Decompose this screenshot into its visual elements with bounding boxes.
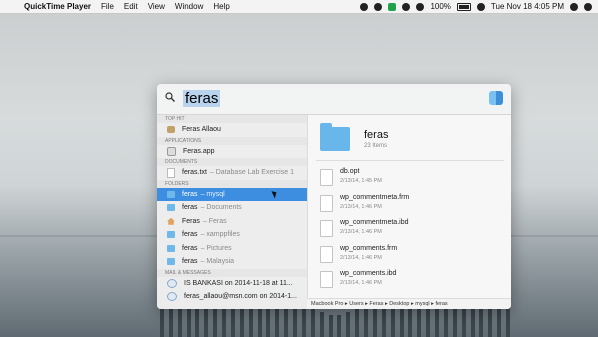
result-top-hit[interactable]: Feras Allaou: [157, 123, 307, 137]
menu-bar: QuickTime Player File Edit View Window H…: [0, 0, 598, 14]
clock[interactable]: Tue Nov 18 4:05 PM: [491, 2, 564, 11]
result-folder-selected[interactable]: feras – mysql: [157, 187, 307, 201]
folder-icon: [320, 123, 350, 151]
pier-plank: [319, 312, 324, 337]
result-folder[interactable]: feras – Malaysia: [157, 255, 307, 269]
path-bar[interactable]: Macbook Pro ▸ Users ▸ Feras ▸ Desktop ▸ …: [307, 298, 511, 309]
pier-plank: [337, 315, 342, 337]
result-folder[interactable]: feras – xamppfiles: [157, 228, 307, 242]
pier-plank: [301, 306, 306, 337]
file-icon: [320, 271, 333, 288]
pier-plank: [355, 309, 360, 337]
status-area: 100% Tue Nov 18 4:05 PM: [360, 0, 592, 13]
file-icon: [320, 169, 333, 186]
battery-percent[interactable]: 100%: [430, 2, 450, 11]
folder-icon: [167, 204, 175, 212]
app-icon: [167, 146, 176, 156]
pier-plank: [328, 315, 333, 337]
finder-icon[interactable]: [489, 91, 503, 105]
result-folder[interactable]: feras – Pictures: [157, 242, 307, 256]
wifi-icon[interactable]: [476, 2, 485, 11]
spotlight-search-bar: feras: [157, 84, 511, 115]
search-icon: [165, 92, 175, 102]
app-menu[interactable]: QuickTime Player: [24, 2, 91, 11]
result-mail[interactable]: IS BANKASI on 2014-11-18 at 11...: [157, 277, 307, 291]
preview-pane: feras 23 Items db.opt 2/13/14, 1:45 PM w…: [307, 115, 511, 309]
spotlight-window: feras TOP HIT Feras Allaou APPLICATIONS …: [157, 84, 511, 309]
record-icon[interactable]: [360, 2, 369, 11]
section-top-hit: TOP HIT: [157, 115, 307, 123]
file-icon: [320, 220, 333, 237]
pier-plank: [310, 309, 315, 337]
menu-help[interactable]: Help: [213, 2, 229, 11]
volume-icon[interactable]: [416, 2, 425, 11]
section-mail: MAIL & MESSAGES: [157, 268, 307, 277]
menu-file[interactable]: File: [101, 2, 114, 11]
search-input[interactable]: feras: [183, 90, 221, 107]
contact-icon: [167, 126, 175, 134]
pier-plank: [364, 306, 369, 337]
notification-center-icon[interactable]: [584, 2, 592, 11]
file-icon: [320, 245, 333, 263]
result-mail[interactable]: feras_allaou@msn.com on 2014-1...: [157, 290, 307, 304]
lock-icon[interactable]: [374, 2, 383, 11]
folder-icon: [167, 244, 175, 252]
divider: [316, 160, 504, 161]
home-folder-icon: [167, 217, 175, 225]
section-documents: DOCUMENTS: [157, 158, 307, 166]
menu-view[interactable]: View: [148, 2, 165, 11]
spotlight-icon[interactable]: [570, 2, 578, 11]
result-document[interactable]: feras.txt – Database Lab Exercise 1: [157, 166, 307, 180]
mail-icon: [167, 292, 177, 302]
results-list: TOP HIT Feras Allaou APPLICATIONS Feras.…: [157, 115, 307, 309]
preview-item-count: 23 Items: [364, 143, 388, 149]
pier-plank: [346, 312, 351, 337]
mouse-cursor-icon: [271, 189, 279, 198]
result-folder[interactable]: Feras – Feras: [157, 215, 307, 229]
folder-icon: [167, 190, 175, 198]
folder-icon: [167, 258, 175, 266]
vpn-icon[interactable]: [388, 2, 397, 11]
menu-edit[interactable]: Edit: [124, 2, 138, 11]
mail-icon: [167, 278, 177, 288]
preview-title: feras: [364, 129, 389, 141]
section-applications: APPLICATIONS: [157, 136, 307, 145]
battery-icon[interactable]: [456, 2, 471, 11]
section-folders: FOLDERS: [157, 179, 307, 188]
file-icon: [320, 194, 333, 212]
result-folder[interactable]: feras – Documents: [157, 201, 307, 215]
cloud-icon[interactable]: [402, 2, 411, 11]
result-application[interactable]: Feras.app: [157, 145, 307, 159]
folder-icon: [167, 231, 175, 239]
document-icon: [167, 167, 175, 178]
menu-window[interactable]: Window: [175, 2, 203, 11]
